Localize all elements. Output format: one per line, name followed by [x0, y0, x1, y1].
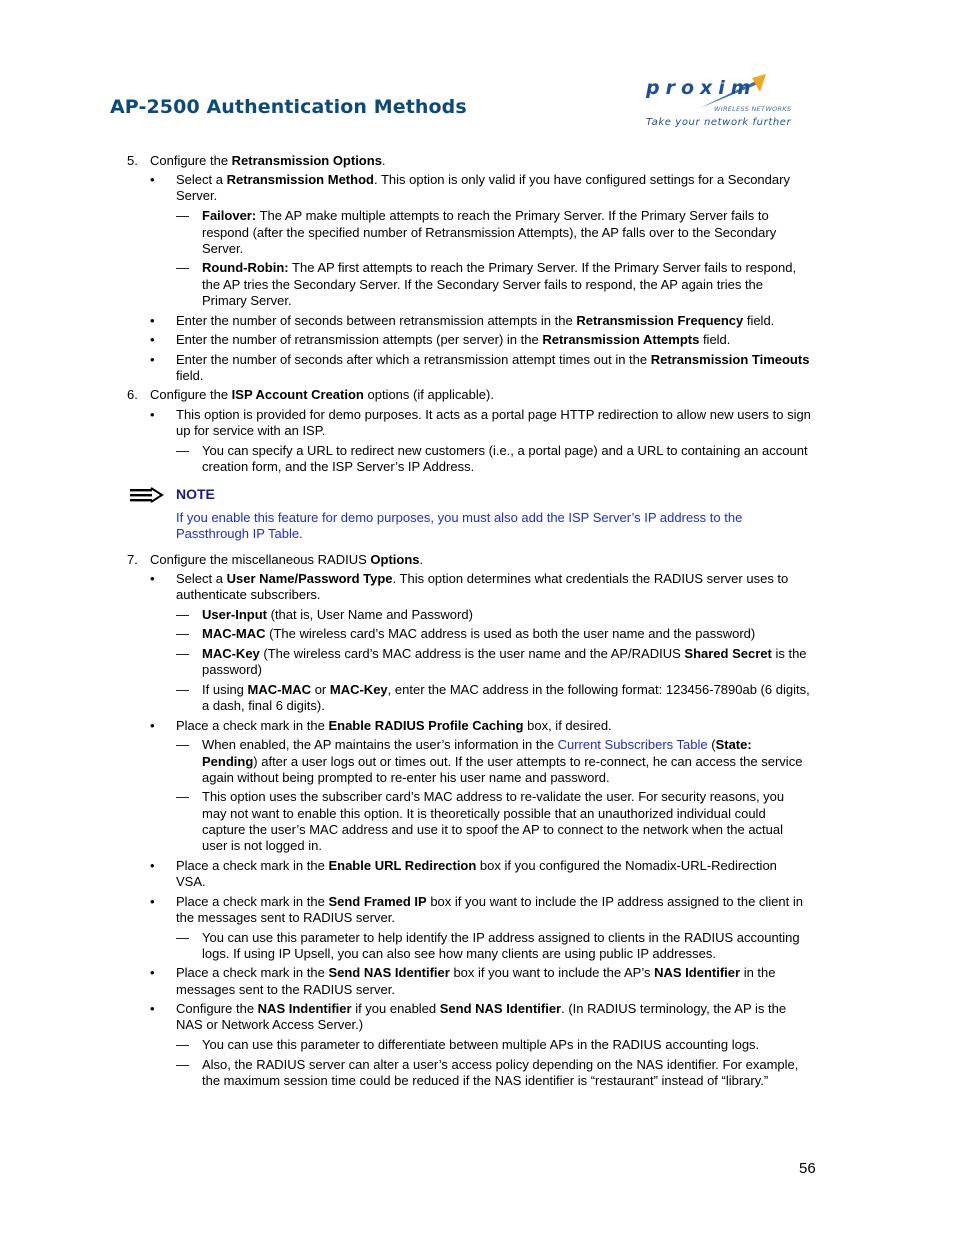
page-number: 56	[799, 1160, 816, 1177]
dash-icon: —	[176, 208, 189, 223]
sub-item: When enabled, the AP maintains the user’…	[202, 737, 752, 752]
dash-icon: —	[176, 737, 189, 752]
list-item: Configure the NAS Indentifier if you ena…	[176, 1001, 787, 1016]
list-item: Place a check mark in the Send NAS Ident…	[176, 965, 776, 980]
list-item: Enter the number of retransmission attem…	[176, 332, 731, 347]
list-item-continuation: Server.	[176, 188, 218, 203]
dash-icon: —	[176, 682, 189, 697]
dash-icon: —	[176, 607, 189, 622]
sub-item: This option uses the subscriber card’s M…	[202, 789, 785, 804]
bullet-icon: •	[150, 172, 155, 187]
sub-item: Failover: The AP make multiple attempts …	[202, 208, 769, 223]
sub-item-continuation: the maximum session time could be reduce…	[202, 1073, 769, 1088]
step-number: 6.	[127, 387, 138, 402]
sub-item-continuation: Primary Server.	[202, 293, 292, 308]
sub-item-continuation: user is not logged in.	[202, 838, 322, 853]
list-item: Enter the number of seconds after which …	[176, 352, 810, 367]
list-item: Enter the number of seconds between retr…	[176, 313, 775, 328]
sub-item: You can use this parameter to help ident…	[202, 930, 800, 945]
list-item-continuation: field.	[176, 368, 204, 383]
list-item-continuation: authenticate subscribers.	[176, 587, 321, 602]
list-item: Select a User Name/Password Type. This o…	[176, 571, 789, 586]
sub-item-continuation: Server.	[202, 241, 244, 256]
list-item: Place a check mark in the Enable URL Red…	[176, 858, 777, 873]
logo-wordmark: proxim	[646, 77, 757, 99]
list-item-continuation: up for service with an ISP.	[176, 423, 326, 438]
note-text: If you enable this feature for demo purp…	[176, 510, 743, 525]
bullet-icon: •	[150, 313, 155, 328]
dash-icon: —	[176, 930, 189, 945]
logo-tagline: Take your network further	[646, 117, 792, 128]
list-item: Place a check mark in the Send Framed IP…	[176, 894, 803, 909]
sub-item-continuation: the AP tries the Secondary Server. If th…	[202, 277, 764, 292]
dash-icon: —	[176, 443, 189, 458]
sub-item-continuation: logs. If using IP Upsell, you can also s…	[202, 946, 717, 961]
bullet-icon: •	[150, 571, 155, 586]
dash-icon: —	[176, 626, 189, 641]
bullet-icon: •	[150, 1001, 155, 1016]
dash-icon: —	[176, 260, 189, 275]
sub-item: Also, the RADIUS server can alter a user…	[202, 1057, 799, 1072]
dash-icon: —	[176, 1037, 189, 1052]
list-item: Place a check mark in the Enable RADIUS …	[176, 718, 612, 733]
note-arrow-icon	[130, 487, 164, 503]
list-item-continuation: messages sent to the RADIUS server.	[176, 982, 395, 997]
step-number: 5.	[127, 153, 138, 168]
sub-item: User-Input (that is, User Name and Passw…	[202, 607, 473, 622]
sub-item-continuation: respond (after the specified number of R…	[202, 225, 777, 240]
list-item: Select a Retransmission Method. This opt…	[176, 172, 790, 187]
sub-item-continuation: password)	[202, 662, 262, 677]
list-item-continuation: VSA.	[176, 874, 206, 889]
sub-item-continuation: again without being prompted to re-enter…	[202, 770, 610, 785]
current-subscribers-table-link[interactable]: Current Subscribers Table	[558, 737, 708, 752]
list-item-continuation: the messages sent to RADIUS server.	[176, 910, 395, 925]
bullet-icon: •	[150, 407, 155, 422]
bullet-icon: •	[150, 332, 155, 347]
bullet-icon: •	[150, 965, 155, 980]
sub-item: You can use this parameter to differenti…	[202, 1037, 760, 1052]
proxim-logo: proxim WIRELESS NETWORKS Take your netwo…	[640, 68, 815, 132]
step-6-heading: Configure the ISP Account Creation optio…	[150, 387, 494, 402]
note-text: Passthrough IP Table.	[176, 526, 303, 541]
sub-item-continuation: creation form, and the ISP Server’s IP A…	[202, 459, 475, 474]
sub-item-continuation: may not want to enable this option. It i…	[202, 806, 766, 821]
bullet-icon: •	[150, 858, 155, 873]
list-item: This option is provided for demo purpose…	[176, 407, 811, 422]
sub-item-continuation: Pending) after a user logs out or times …	[202, 754, 803, 769]
page-title: AP-2500 Authentication Methods	[110, 96, 467, 118]
list-item-continuation: NAS or Network Access Server.)	[176, 1017, 364, 1032]
dash-icon: —	[176, 789, 189, 804]
dash-icon: —	[176, 646, 189, 661]
step-7-heading: Configure the miscellaneous RADIUS Optio…	[150, 552, 424, 567]
bullet-icon: •	[150, 352, 155, 367]
sub-item-continuation: a dash, final 6 digits).	[202, 698, 325, 713]
sub-item: You can specify a URL to redirect new cu…	[202, 443, 808, 458]
step-number: 7.	[127, 552, 138, 567]
sub-item: Round-Robin: The AP first attempts to re…	[202, 260, 797, 275]
sub-item: MAC-Key (The wireless card’s MAC address…	[202, 646, 807, 661]
bullet-icon: •	[150, 894, 155, 909]
note-heading: NOTE	[176, 486, 215, 502]
sub-item: If using MAC-MAC or MAC-Key, enter the M…	[202, 682, 810, 697]
step-5-heading: Configure the Retransmission Options.	[150, 153, 386, 168]
sub-item: MAC-MAC (The wireless card’s MAC address…	[202, 626, 756, 641]
dash-icon: —	[176, 1057, 189, 1072]
sub-item-continuation: capture the user’s MAC address and use i…	[202, 822, 784, 837]
bullet-icon: •	[150, 718, 155, 733]
